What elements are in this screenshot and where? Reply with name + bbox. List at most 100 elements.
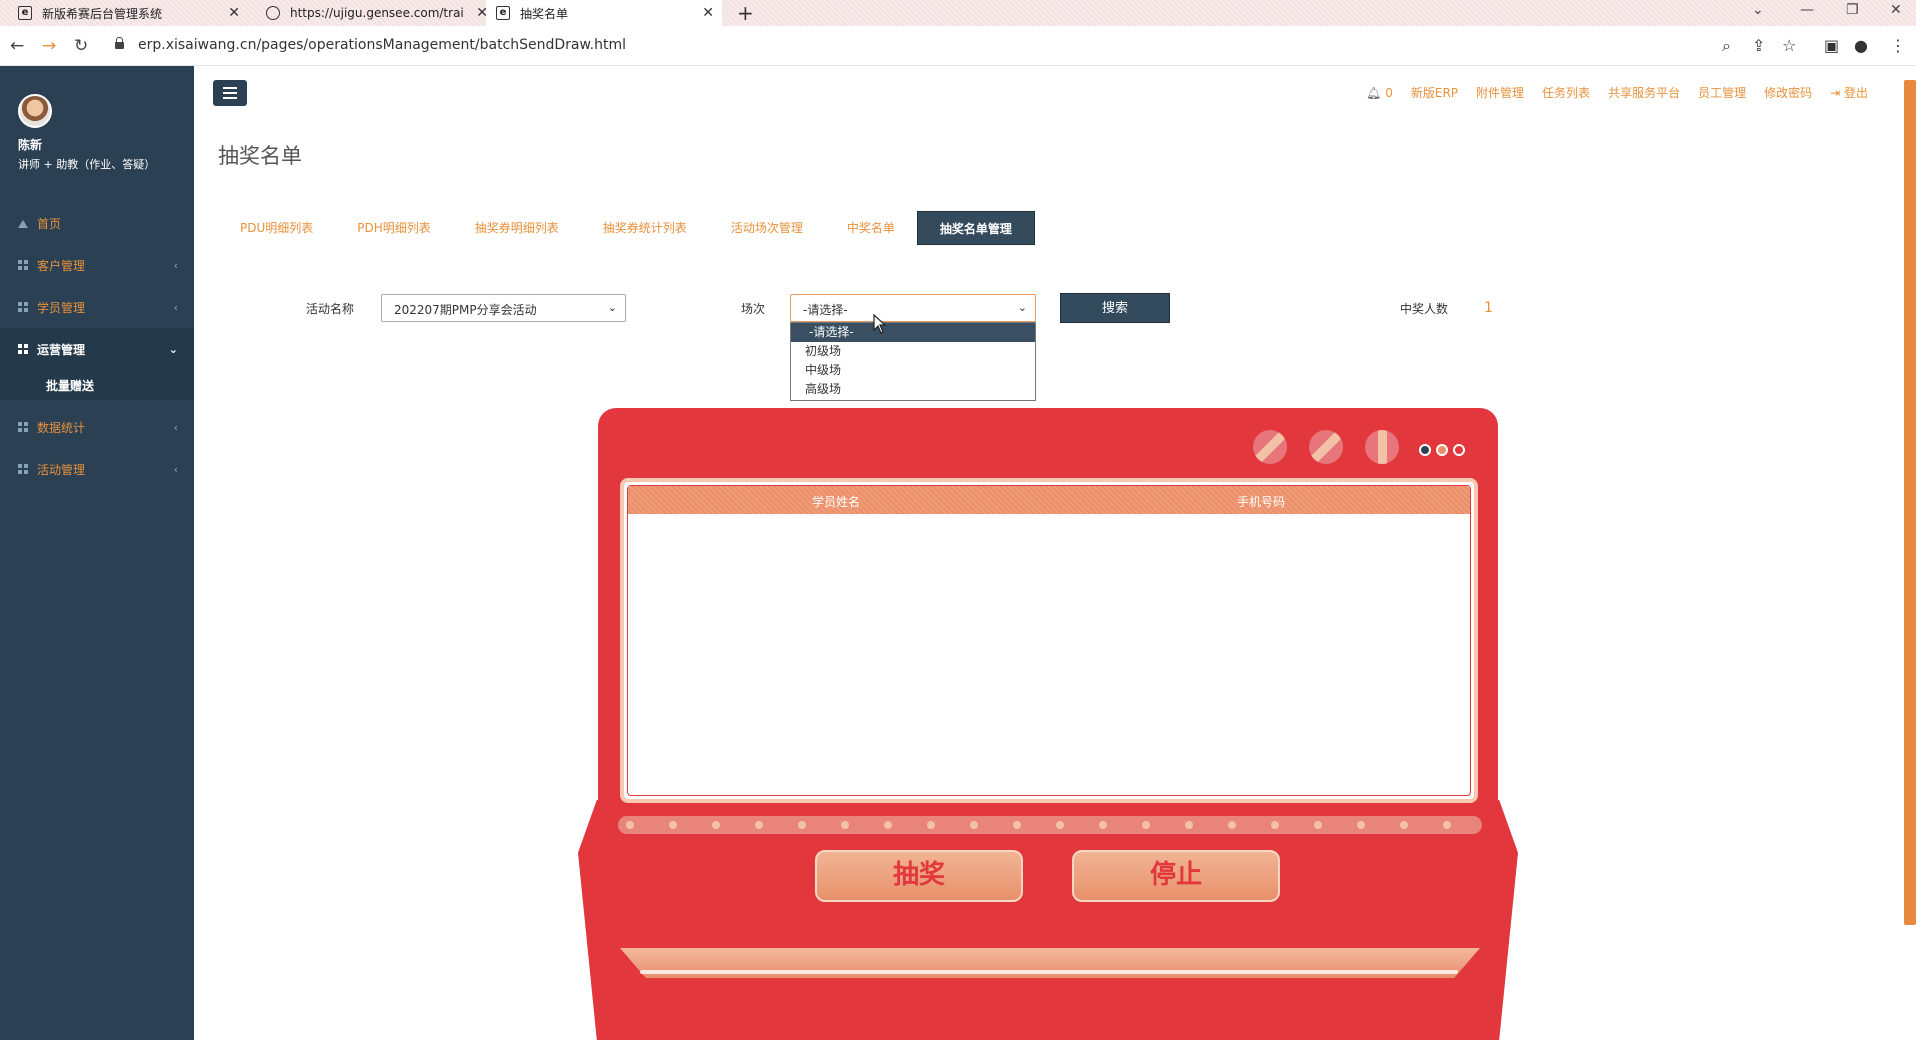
chevron-down-icon: ⌄ [1017, 301, 1027, 314]
avatar[interactable] [18, 94, 52, 128]
session-label: 场次 [741, 302, 766, 316]
tab-draw-list-management[interactable]: 抽奖名单管理 [916, 211, 1035, 245]
sidebar-item-label: 学员管理 [37, 300, 86, 315]
indicator-dot [1436, 444, 1448, 456]
browser-tab-title: 新版希赛后台管理系统 [42, 6, 163, 21]
window-close-icon[interactable]: ✕ [1890, 2, 1902, 18]
hamburger-menu-button[interactable] [213, 80, 247, 106]
session-select[interactable]: -请选择- ⌄ [790, 294, 1036, 322]
link-new-erp[interactable]: 新版ERP [1411, 84, 1458, 101]
sidebar-item-activities[interactable]: 活动管理 ‹ [0, 448, 194, 490]
profile-icon[interactable]: ● [1854, 36, 1868, 55]
led-strip [618, 816, 1482, 834]
grid-icon [18, 302, 28, 312]
tab-pdh-detail[interactable]: PDH明细列表 [335, 211, 453, 245]
notification-count: 0 [1385, 85, 1393, 100]
sidebar-menu: 首页 客户管理 ‹ 学员管理 ‹ 运营管理 ⌄ 批量赠送 数据统计 ‹ 活动管理… [0, 202, 194, 490]
forward-icon[interactable]: → [42, 36, 56, 56]
link-tasks[interactable]: 任务列表 [1542, 84, 1590, 101]
tab-coupon-stats[interactable]: 抽奖券统计列表 [581, 211, 709, 245]
bookmark-star-icon[interactable]: ☆ [1782, 36, 1796, 55]
session-option[interactable]: 初级场 [791, 342, 1035, 361]
grid-icon [18, 464, 28, 474]
browser-tab-2[interactable]: https://ujigu.gensee.com/trai ✕ [256, 0, 496, 26]
restore-icon[interactable]: ❐ [1846, 2, 1859, 18]
user-name: 陈新 [18, 138, 43, 152]
sidebar-item-home[interactable]: 首页 [0, 202, 194, 244]
winner-count-value: 1 [1484, 300, 1493, 316]
activity-select[interactable]: 202207期PMP分享会活动 ⌄ [381, 294, 626, 322]
column-student-name: 学员姓名 [812, 495, 861, 509]
lottery-machine-base [578, 800, 1518, 1040]
logout-icon: ⇥ [1830, 86, 1844, 100]
bell-icon[interactable]: 🔔︎ [1366, 86, 1381, 100]
sidebar-item-label: 运营管理 [37, 342, 86, 357]
reload-icon[interactable]: ↻ [74, 36, 88, 56]
stop-button[interactable]: 停止 [1072, 850, 1280, 902]
tab-pdu-detail[interactable]: PDU明细列表 [218, 211, 335, 245]
url-field[interactable]: erp.xisaiwang.cn/pages/operationsManagem… [138, 37, 626, 53]
browser-tab-title: https://ujigu.gensee.com/trai [290, 6, 464, 20]
tray-highlight [640, 970, 1458, 974]
sidebar-subitem-batch-gift[interactable]: 批量赠送 [0, 370, 194, 400]
sidebar-item-students[interactable]: 学员管理 ‹ [0, 286, 194, 328]
indicator-dot [1419, 444, 1431, 456]
vertical-scrollbar[interactable] [1904, 80, 1916, 925]
globe-icon [266, 6, 280, 20]
knob-icon [1365, 430, 1399, 464]
chevron-down-icon: ⌄ [168, 342, 178, 356]
logout-label: 登出 [1843, 86, 1868, 100]
tab-coupon-detail[interactable]: 抽奖券明细列表 [453, 211, 581, 245]
browser-tab-1[interactable]: e 新版希赛后台管理系统 ✕ [8, 0, 248, 26]
sidebar-item-operations[interactable]: 运营管理 ⌄ [0, 328, 194, 370]
session-option[interactable]: -请选择- [791, 323, 1035, 342]
session-option[interactable]: 高级场 [791, 380, 1035, 399]
draw-button[interactable]: 抽奖 [815, 850, 1023, 902]
close-icon[interactable]: ✕ [228, 5, 240, 21]
sidebar-toggle-icon[interactable]: ▣ [1824, 36, 1839, 55]
share-icon[interactable]: ⇪ [1752, 36, 1765, 55]
sidebar-item-label: 活动管理 [37, 462, 86, 477]
tab-winner-list[interactable]: 中奖名单 [825, 211, 917, 245]
chevron-left-icon: ‹ [173, 258, 178, 272]
sidebar-item-statistics[interactable]: 数据统计 ‹ [0, 406, 194, 448]
grid-icon [18, 422, 28, 432]
lock-icon [115, 37, 124, 49]
link-change-password[interactable]: 修改密码 [1764, 84, 1812, 101]
sidebar-item-label: 首页 [37, 216, 62, 231]
browser-tab-bar: e 新版希赛后台管理系统 ✕ https://ujigu.gensee.com/… [0, 0, 1916, 26]
grid-icon [18, 344, 28, 354]
chevron-left-icon: ‹ [173, 420, 178, 434]
activity-select-value: 202207期PMP分享会活动 [394, 303, 537, 317]
column-phone: 手机号码 [1237, 495, 1286, 509]
session-dropdown-list: -请选择- 初级场 中级场 高级场 [790, 322, 1036, 401]
link-staff[interactable]: 员工管理 [1698, 84, 1746, 101]
logout-link[interactable]: ⇥ 登出 [1830, 84, 1868, 101]
back-icon[interactable]: ← [10, 36, 24, 56]
sidebar-item-label: 客户管理 [37, 258, 86, 273]
page-icon: e [496, 6, 510, 20]
browser-menu-icon[interactable]: ⋮ [1890, 36, 1906, 55]
tab-strip: PDU明细列表 PDH明细列表 抽奖券明细列表 抽奖券统计列表 活动场次管理 中… [218, 211, 1035, 245]
indicator-dot [1453, 444, 1465, 456]
link-attachments[interactable]: 附件管理 [1476, 84, 1524, 101]
close-icon[interactable]: ✕ [702, 5, 714, 21]
knob-icon [1309, 430, 1343, 464]
new-tab-icon[interactable]: + [737, 1, 754, 25]
tab-session-management[interactable]: 活动场次管理 [709, 211, 825, 245]
activity-name-label: 活动名称 [306, 302, 355, 316]
tab-list-chevron-icon[interactable]: ⌄ [1752, 2, 1764, 18]
sidebar-item-customers[interactable]: 客户管理 ‹ [0, 244, 194, 286]
page-icon: e [18, 6, 32, 20]
session-select-value: -请选择- [803, 303, 848, 317]
zoom-icon[interactable]: ⌕ [1722, 36, 1731, 56]
browser-tab-3[interactable]: e 抽奖名单 ✕ [486, 0, 722, 26]
top-links: 🔔︎ 0 新版ERP 附件管理 任务列表 共享服务平台 员工管理 修改密码 ⇥ … [1366, 84, 1868, 101]
winner-count-label: 中奖人数 [1400, 302, 1449, 316]
minimize-icon[interactable]: — [1800, 2, 1814, 18]
user-role: 讲师 + 助教（作业、答疑） [18, 158, 156, 171]
chevron-down-icon: ⌄ [607, 301, 617, 314]
search-button[interactable]: 搜索 [1060, 293, 1170, 323]
session-option[interactable]: 中级场 [791, 361, 1035, 380]
link-shared-services[interactable]: 共享服务平台 [1608, 84, 1680, 101]
